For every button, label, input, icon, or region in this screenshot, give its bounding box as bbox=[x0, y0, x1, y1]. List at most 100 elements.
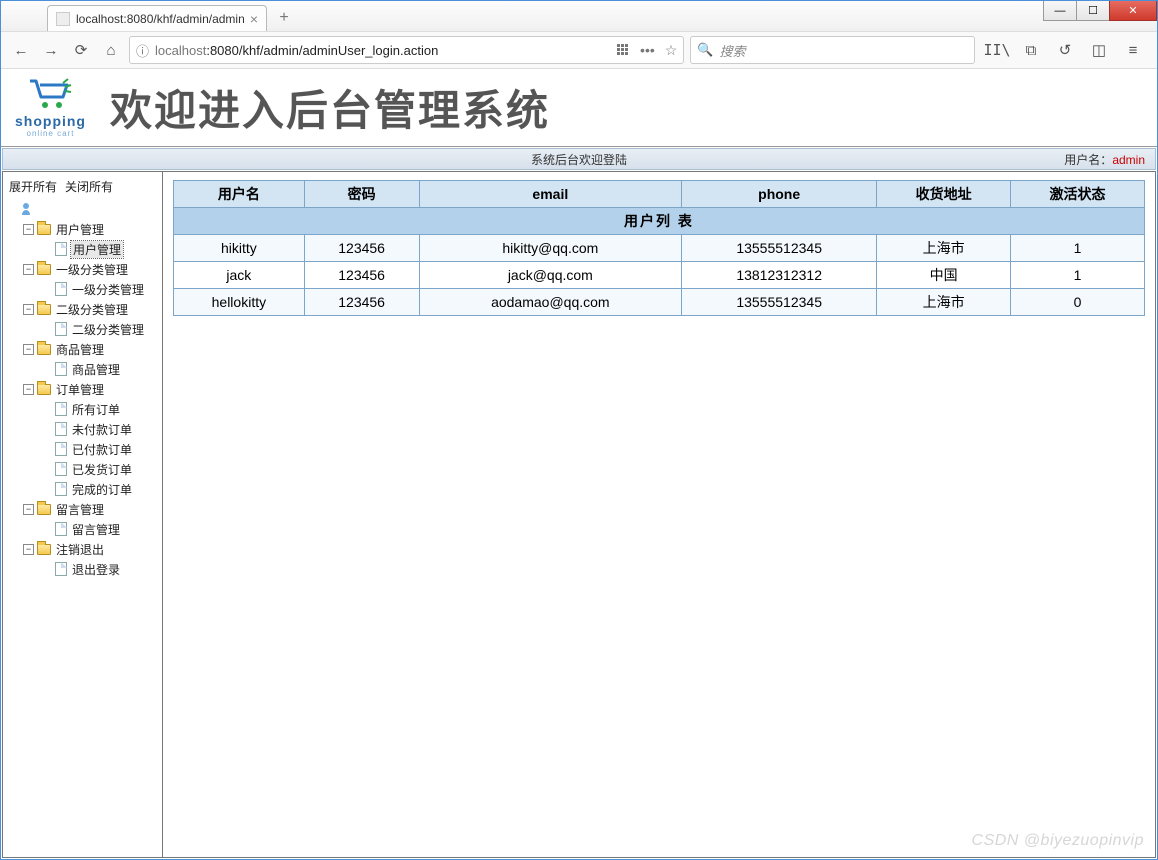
table-cell: 13555512345 bbox=[682, 289, 877, 316]
tree-item[interactable]: 完成的订单 bbox=[41, 479, 160, 499]
tree-folder-label: 注销退出 bbox=[55, 541, 105, 558]
collapse-all-link[interactable]: 关闭所有 bbox=[65, 178, 113, 195]
folder-icon bbox=[37, 384, 51, 395]
table-cell: 0 bbox=[1011, 289, 1145, 316]
tree-folder[interactable]: −二级分类管理 bbox=[23, 299, 160, 319]
file-icon bbox=[55, 242, 67, 256]
table-row[interactable]: hikitty123456hikitty@qq.com13555512345上海… bbox=[174, 235, 1145, 262]
tree-folder-label: 订单管理 bbox=[55, 381, 105, 398]
tree-item[interactable]: 所有订单 bbox=[41, 399, 160, 419]
tree-folder[interactable]: − 注销退出 bbox=[23, 539, 160, 559]
tree-item-label: 已发货订单 bbox=[71, 461, 133, 478]
file-icon bbox=[55, 402, 67, 416]
table-cell: 13555512345 bbox=[682, 235, 877, 262]
file-icon bbox=[55, 322, 67, 336]
browser-tab[interactable]: localhost:8080/khf/admin/admin × bbox=[47, 5, 267, 31]
workarea: 展开所有 关闭所有 −用户管理用户管理−一级分类管理一级分类管理−二级分类管理二… bbox=[2, 171, 1156, 858]
tree-toggle-icon[interactable]: − bbox=[23, 304, 34, 315]
tree-item[interactable]: 留言管理 bbox=[41, 519, 160, 539]
file-icon bbox=[55, 462, 67, 476]
tree-item-label: 完成的订单 bbox=[71, 481, 133, 498]
tree-toggle-icon[interactable]: − bbox=[23, 224, 34, 235]
tab-close-icon[interactable]: × bbox=[250, 11, 258, 27]
tree-item[interactable]: 商品管理 bbox=[41, 359, 160, 379]
page: shopping online cart 欢迎进入后台管理系统 系统后台欢迎登陆… bbox=[1, 69, 1157, 859]
tree-toggle-icon[interactable]: − bbox=[23, 264, 34, 275]
cart-icon bbox=[27, 77, 75, 113]
tree-folder[interactable]: −用户管理 bbox=[23, 219, 160, 239]
url-bar[interactable]: ⓘ localhost:8080/khf/admin/adminUser_log… bbox=[129, 36, 684, 64]
tree-item[interactable]: 未付款订单 bbox=[41, 419, 160, 439]
window-controls: — ☐ ✕ bbox=[1044, 1, 1157, 21]
header-banner: shopping online cart 欢迎进入后台管理系统 bbox=[1, 69, 1157, 147]
window-close-button[interactable]: ✕ bbox=[1109, 1, 1157, 21]
table-row[interactable]: hellokitty123456aodamao@qq.com1355551234… bbox=[174, 289, 1145, 316]
tree-item-label: 退出登录 bbox=[71, 561, 121, 578]
welcome-text: 系统后台欢迎登陆 bbox=[531, 151, 627, 168]
sync-icon[interactable]: ↺ bbox=[1053, 38, 1077, 62]
tree-folder-label: 一级分类管理 bbox=[55, 261, 129, 278]
window-maximize-button[interactable]: ☐ bbox=[1076, 1, 1110, 21]
tree-folder[interactable]: −留言管理 bbox=[23, 499, 160, 519]
page-actions-icon[interactable]: ••• bbox=[640, 42, 655, 58]
back-button[interactable]: ← bbox=[9, 38, 33, 62]
table-header-cell: 收货地址 bbox=[877, 181, 1011, 208]
browser-window: localhost:8080/khf/admin/admin × + — ☐ ✕… bbox=[0, 0, 1158, 860]
folder-icon bbox=[37, 304, 51, 315]
table-title: 用户列 表 bbox=[174, 208, 1145, 235]
new-tab-button[interactable]: + bbox=[273, 7, 295, 29]
tree-folder[interactable]: − 一级分类管理 bbox=[23, 259, 160, 279]
expand-all-link[interactable]: 展开所有 bbox=[9, 178, 57, 195]
logo-text: shopping bbox=[15, 113, 86, 129]
search-icon: 🔍 bbox=[697, 42, 713, 58]
qr-icon[interactable] bbox=[616, 43, 630, 57]
table-cell: hellokitty bbox=[174, 289, 305, 316]
tree-root[interactable] bbox=[5, 199, 160, 219]
folder-icon bbox=[37, 224, 51, 235]
url-text: localhost:8080/khf/admin/adminUser_login… bbox=[155, 43, 606, 58]
tree-toggle-icon[interactable]: − bbox=[23, 544, 34, 555]
tree-toggle-icon[interactable]: − bbox=[23, 384, 34, 395]
folder-icon bbox=[37, 344, 51, 355]
table-row[interactable]: jack123456jack@qq.com13812312312中国1 bbox=[174, 262, 1145, 289]
sidebar-toggle-icon[interactable]: ◫ bbox=[1087, 38, 1111, 62]
page-title: 欢迎进入后台管理系统 bbox=[110, 77, 550, 138]
user-table: 用户列 表 用户名密码emailphone收货地址激活状态 hikitty123… bbox=[173, 180, 1145, 316]
tree-item[interactable]: 已发货订单 bbox=[41, 459, 160, 479]
menu-icon[interactable]: ≡ bbox=[1121, 38, 1145, 62]
tree-toggle-icon[interactable]: − bbox=[23, 504, 34, 515]
tree-folder[interactable]: −商品管理 bbox=[23, 339, 160, 359]
table-cell: hikitty@qq.com bbox=[419, 235, 682, 262]
screenshot-icon[interactable]: ⧉ bbox=[1019, 38, 1043, 62]
table-header-cell: email bbox=[419, 181, 682, 208]
table-cell: jack bbox=[174, 262, 305, 289]
logo-subtitle: online cart bbox=[27, 129, 75, 138]
file-icon bbox=[55, 422, 67, 436]
tree-root-icon bbox=[19, 202, 33, 216]
tree-item-label: 二级分类管理 bbox=[71, 321, 145, 338]
library-icon[interactable]: II\ bbox=[985, 38, 1009, 62]
tree-item[interactable]: 一级分类管理 bbox=[41, 279, 160, 299]
welcome-bar: 系统后台欢迎登陆 用户名：admin bbox=[2, 148, 1156, 170]
file-icon bbox=[55, 442, 67, 456]
folder-icon bbox=[37, 264, 51, 275]
tree-item[interactable]: 二级分类管理 bbox=[41, 319, 160, 339]
reload-button[interactable]: ⟳ bbox=[69, 38, 93, 62]
file-icon bbox=[55, 522, 67, 536]
tree-item[interactable]: 退出登录 bbox=[41, 559, 160, 579]
tree-item-label: 所有订单 bbox=[71, 401, 121, 418]
tab-title: localhost:8080/khf/admin/admin bbox=[76, 12, 246, 26]
site-info-icon[interactable]: ⓘ bbox=[136, 41, 149, 60]
home-button[interactable]: ⌂ bbox=[99, 38, 123, 62]
forward-button[interactable]: → bbox=[39, 38, 63, 62]
tree-folder[interactable]: − 订单管理 bbox=[23, 379, 160, 399]
tree-item[interactable]: 已付款订单 bbox=[41, 439, 160, 459]
tree-item-label: 已付款订单 bbox=[71, 441, 133, 458]
tree-item[interactable]: 用户管理 bbox=[41, 239, 160, 259]
table-cell: 1 bbox=[1011, 235, 1145, 262]
bookmark-star-icon[interactable]: ☆ bbox=[665, 42, 678, 59]
search-bar[interactable]: 🔍 搜索 bbox=[690, 36, 975, 64]
tree-toggle-icon[interactable]: − bbox=[23, 344, 34, 355]
window-minimize-button[interactable]: — bbox=[1043, 1, 1077, 21]
main-content: 用户列 表 用户名密码emailphone收货地址激活状态 hikitty123… bbox=[163, 172, 1155, 857]
